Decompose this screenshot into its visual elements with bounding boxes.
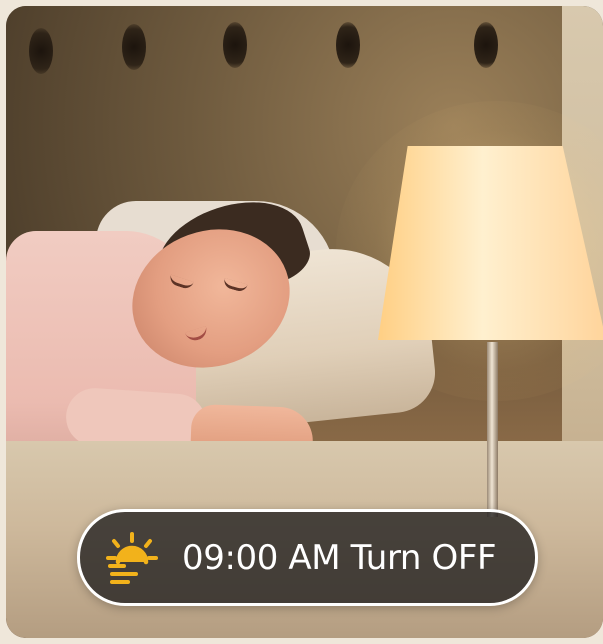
lamp-schedule-screen: 09:00 AM Turn OFF [0,0,603,644]
timer-label: 09:00 AM Turn OFF [182,537,497,578]
sunrise-icon [106,531,158,584]
headboard-tuft [29,28,53,74]
lamp-stand [487,342,498,517]
headboard-tuft [223,22,247,68]
headboard-tuft [122,24,146,70]
headboard-tuft [336,22,360,68]
headboard-tuft [474,22,498,68]
turn-off-timer-pill[interactable]: 09:00 AM Turn OFF [77,509,538,606]
